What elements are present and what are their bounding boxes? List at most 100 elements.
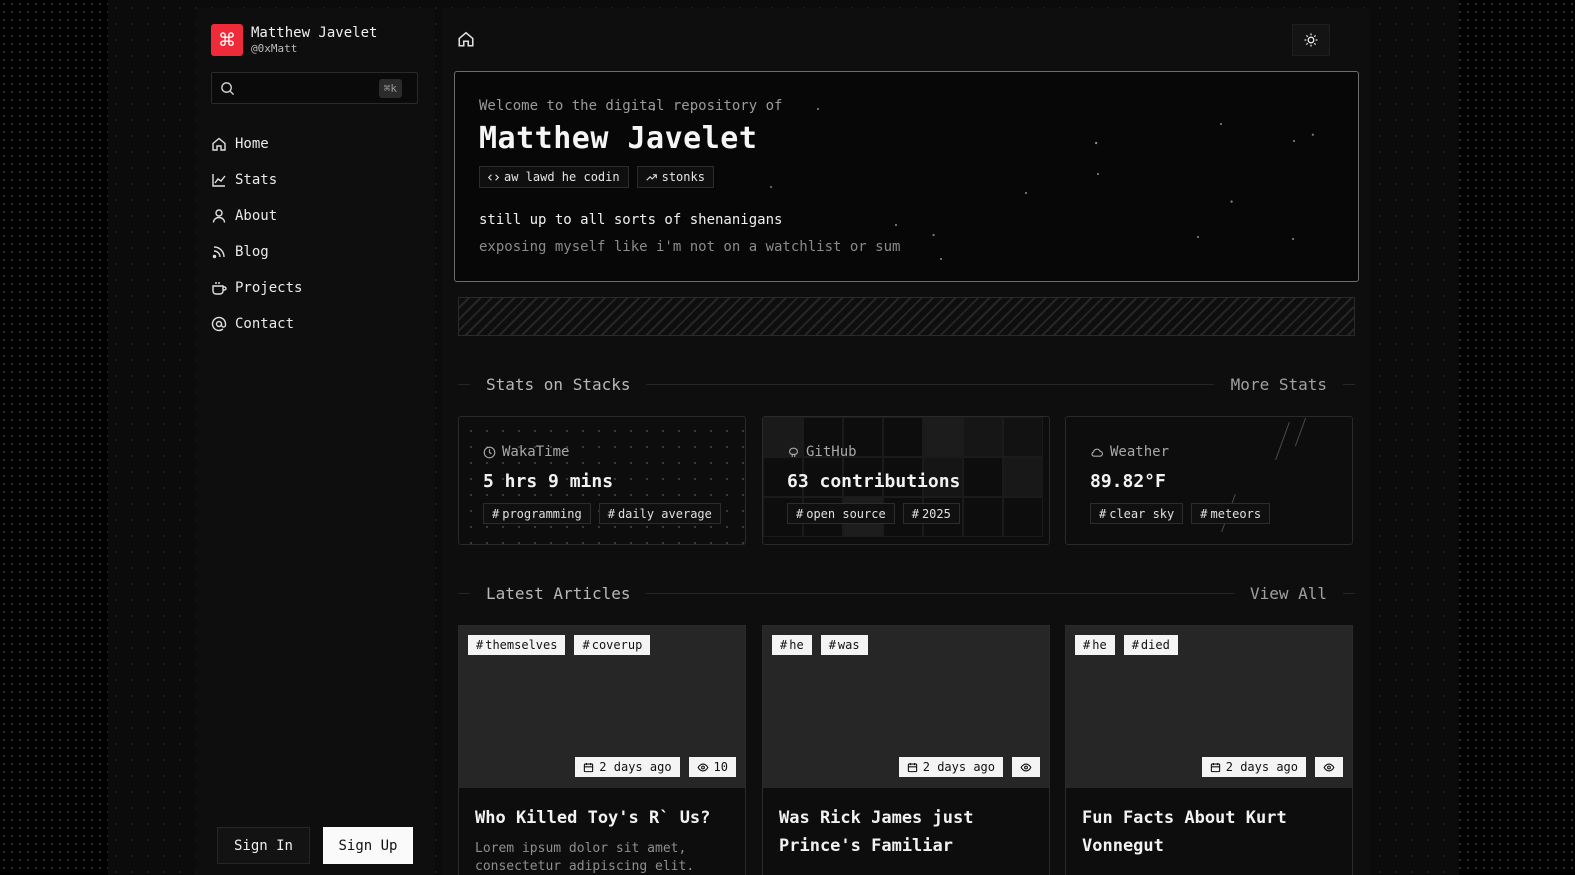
- divider: [458, 384, 470, 385]
- search-input[interactable]: ⌘k: [211, 72, 418, 104]
- trending-up-icon: [645, 173, 657, 181]
- hash-tag: # clear sky: [1090, 503, 1184, 524]
- sign-in-button[interactable]: Sign In: [217, 827, 310, 864]
- contribution-cell: [1003, 417, 1043, 457]
- hatched-divider: [458, 297, 1355, 336]
- view-all-link[interactable]: View All: [1250, 584, 1327, 603]
- hash-tag: #2025: [902, 503, 960, 524]
- chart-icon: [212, 174, 226, 187]
- article-views: 10: [688, 757, 736, 777]
- stats-section-header: Stats on Stacks More Stats: [458, 375, 1355, 395]
- hash-icon: #: [492, 506, 500, 521]
- article-date: 2 days ago: [575, 757, 680, 777]
- wakatime-card[interactable]: WakaTime 5 hrs 9 mins # programming # dail…: [458, 416, 746, 545]
- app-shell: ⌘ Matthew Javelet @0xMatt ⌘k Home Stats …: [196, 8, 1370, 875]
- stat-tags: # clear sky # meteors: [1090, 503, 1271, 524]
- hero-subtagline: exposing myself like i'm not on a watchl…: [479, 239, 901, 255]
- hero-banner: Welcome to the digital repository of Mat…: [454, 71, 1359, 282]
- article-card[interactable]: # themselves # coverup 2 days ago 10 Who K…: [458, 625, 746, 875]
- sidebar-item-blog[interactable]: Blog: [211, 234, 302, 270]
- home-breadcrumb-button[interactable]: [457, 30, 475, 52]
- eye-icon: [1020, 763, 1032, 771]
- github-card[interactable]: GitHub 63 contributions # open source #20…: [762, 416, 1050, 545]
- hash-tag-label: died: [1140, 638, 1170, 652]
- sidebar-item-label: Blog: [235, 244, 269, 260]
- sidebar-item-stats[interactable]: Stats: [211, 162, 302, 198]
- hash-tag-label: was: [837, 638, 860, 652]
- article-views: [1315, 757, 1343, 777]
- coffee-icon: [212, 282, 227, 295]
- contribution-cell: [963, 497, 1003, 537]
- at-sign-icon: [211, 316, 227, 332]
- hero-tag-label: aw lawd he codin: [504, 170, 620, 184]
- search-shortcut: ⌘k: [378, 79, 402, 98]
- hash-icon: #: [911, 506, 919, 521]
- divider: [1343, 384, 1355, 385]
- hash-icon: #: [796, 506, 804, 521]
- article-tags: # he # died: [1075, 635, 1178, 655]
- user-icon: [212, 209, 226, 223]
- profile-name: Matthew Javelet: [251, 24, 378, 41]
- hash-icon: #: [582, 638, 590, 652]
- meteor-streak: [1275, 422, 1290, 460]
- contribution-cell: [963, 417, 1003, 457]
- theme-toggle-button[interactable]: [1292, 24, 1330, 56]
- star: [1025, 192, 1027, 194]
- eye-icon: [697, 763, 708, 771]
- sidebar-item-contact[interactable]: Contact: [211, 306, 302, 342]
- sidebar-item-about[interactable]: About: [211, 198, 302, 234]
- article-tags: # he # was: [772, 635, 868, 655]
- stat-label: WakaTime: [483, 444, 569, 460]
- hash-tag[interactable]: # died: [1123, 635, 1178, 655]
- article-meta: 2 days ago: [1201, 757, 1343, 777]
- article-card[interactable]: # he # died 2 days ago Fun Facts About Kur…: [1065, 625, 1353, 875]
- hash-icon: #: [607, 506, 615, 521]
- article-card[interactable]: # he # was 2 days ago Was Rick James just …: [762, 625, 1050, 875]
- hero-tag-label: stonks: [661, 170, 705, 184]
- hero-tags: aw lawd he codin stonks: [479, 166, 714, 188]
- sidebar-item-label: Contact: [235, 316, 295, 332]
- stat-label-text: GitHub: [806, 444, 857, 460]
- rss-icon: [212, 246, 225, 259]
- hero-kicker: Welcome to the digital repository of: [479, 98, 783, 114]
- hash-tag-label: programming: [502, 506, 582, 521]
- hash-tag[interactable]: # he: [772, 635, 812, 655]
- hash-tag: # open source: [787, 503, 895, 524]
- hash-tag-label: daily average: [617, 506, 712, 521]
- more-stats-link[interactable]: More Stats: [1231, 375, 1327, 394]
- stats-section-title: Stats on Stacks: [486, 375, 631, 394]
- article-date-label: 2 days ago: [1225, 760, 1298, 774]
- article-title: Who Killed Toy's R` Us?: [475, 808, 711, 828]
- article-title: Fun Facts About Kurt Vonnegut: [1082, 808, 1287, 856]
- profile-brand[interactable]: ⌘ Matthew Javelet @0xMatt: [211, 24, 377, 56]
- hash-tag[interactable]: # he: [1075, 635, 1115, 655]
- hash-icon: #: [828, 638, 836, 652]
- article-views-count: 10: [713, 760, 728, 774]
- hash-tag-label: he: [1092, 638, 1107, 652]
- sign-up-button[interactable]: Sign Up: [323, 827, 413, 864]
- hash-tag[interactable]: # themselves: [468, 635, 566, 655]
- star: [940, 258, 942, 260]
- articles-section-header: Latest Articles View All: [458, 584, 1355, 604]
- hero-tag: stonks: [636, 166, 714, 188]
- meteor-streak: [1294, 417, 1307, 447]
- article-meta: 2 days ago: [898, 757, 1040, 777]
- divider: [646, 384, 1214, 385]
- profile-handle: @0xMatt: [251, 41, 298, 55]
- article-title: Was Rick James just Prince's Familiar: [779, 808, 974, 856]
- stat-tags: # programming # daily average: [483, 503, 721, 524]
- home-icon: [212, 137, 226, 151]
- hero-tagline: still up to all sorts of shenanigans: [479, 212, 783, 228]
- hash-icon: #: [780, 638, 788, 652]
- contribution-cell: [1003, 497, 1043, 537]
- sidebar-item-home[interactable]: Home: [211, 126, 302, 162]
- weather-card[interactable]: Weather 89.82°F # clear sky # meteors: [1065, 416, 1353, 545]
- hash-tag: # daily average: [598, 503, 721, 524]
- sidebar-item-projects[interactable]: Projects: [211, 270, 302, 306]
- star: [1097, 173, 1099, 175]
- divider: [1343, 593, 1355, 594]
- hash-tag-label: open source: [806, 506, 886, 521]
- hash-tag[interactable]: # was: [820, 635, 868, 655]
- hero-title: Matthew Javelet: [479, 121, 758, 156]
- hash-tag[interactable]: # coverup: [574, 635, 651, 655]
